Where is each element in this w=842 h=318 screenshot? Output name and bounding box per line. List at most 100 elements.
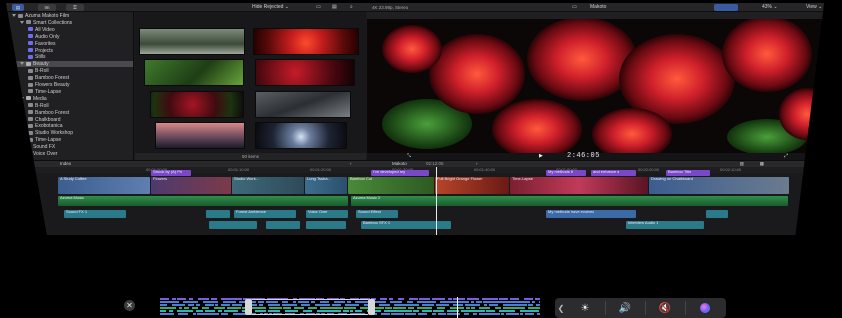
library-item[interactable]: All Video [6,27,133,33]
play-button[interactable]: ▶ [539,153,543,160]
audio-clip[interactable]: Bamboo SFX 1 [361,221,451,229]
mini-timeline-segment [391,313,404,315]
title-clip[interactable]: Struck by (A) Pri [151,170,191,176]
clip-label: My methods have evolved [548,210,595,214]
audio-clip[interactable] [206,210,230,218]
volume-button[interactable]: 🔊 [605,298,645,318]
event-icon [26,61,31,66]
library-item[interactable]: Projects [6,48,133,54]
mini-timeline-right-handle[interactable] [368,299,375,315]
clip-thumbnail-moss[interactable] [144,59,244,86]
audio-clip[interactable] [306,221,346,229]
audio-clip[interactable]: Interview Audio 1 [626,221,704,229]
audio-clip[interactable]: Forest Ambience [234,210,296,218]
library-toggle-button[interactable]: ▤ [12,4,24,11]
mini-timeline-playhead[interactable] [457,297,458,318]
library-item-label: Media [33,95,47,102]
video-clip[interactable]: Studio Work... [232,177,304,194]
brightness-button[interactable]: ☀ [565,298,605,318]
library-item[interactable]: Flowers Beauty [6,82,133,88]
mini-timeline-segment [537,313,540,315]
clip-thumbnail-red-petals[interactable] [255,59,355,86]
video-clip[interactable]: Lung Tsuba... [305,177,347,194]
mute-button[interactable]: 🔇 [645,298,685,318]
timeline-playhead[interactable] [436,167,437,235]
clip-thumbnail-tunnel[interactable] [255,122,347,149]
workspace-toggle[interactable] [714,4,738,11]
library-item[interactable]: Time-Lapse [6,137,133,143]
search-icon[interactable]: ⌕ [350,4,353,11]
video-clip[interactable]: A Study Coffee [58,177,150,194]
clip-appearance-icon[interactable]: ▤ [332,4,337,11]
title-clip[interactable]: Bamboo Title [666,170,710,176]
project-title: Makoto [590,4,607,10]
library-item[interactable]: Audio Only [6,34,133,40]
audio-clip[interactable] [706,210,728,218]
clip-thumbnail-forest[interactable] [139,28,245,55]
disclosure-triangle-icon[interactable] [20,152,24,155]
video-clip[interactable]: Drawing on Chalkboard [649,177,789,194]
mini-timeline-segment [193,313,196,315]
disclosure-triangle-icon[interactable] [20,96,24,100]
mini-timeline-segment [160,304,167,306]
title-clip[interactable]: and enhance a [591,170,636,176]
import-button[interactable]: Im [38,4,56,11]
disclosure-triangle-icon[interactable] [20,62,24,66]
clip-label: Bamboo Title [668,170,692,174]
disclosure-triangle-icon[interactable] [12,14,16,17]
siri-button[interactable] [685,298,725,318]
mini-timeline-segment [462,298,465,300]
view-menu[interactable]: View ⌄ [806,4,822,11]
library-item[interactable]: B-Roll [6,103,133,109]
audio-clip[interactable]: Sound Effect [356,210,398,218]
video-clip[interactable]: Bamboo Cut [348,177,434,194]
library-item[interactable]: Voice Over [6,151,133,157]
library-item[interactable]: Exobotanica [6,123,133,129]
mini-timeline-segment [499,310,515,312]
close-icon[interactable]: ✕ [124,300,135,311]
library-item-label: B-Roll [35,102,49,109]
library-item[interactable]: Bamboo Forest [6,75,133,81]
library-item[interactable]: Azuma Makoto Film [6,13,133,19]
hide-rejected-filter[interactable]: Hide Rejected ⌄ [252,4,289,11]
keyword-icon [28,82,33,87]
library-item[interactable]: Smart Collections [6,20,133,26]
transform-tool-icon[interactable]: ⤡ [407,153,411,160]
mini-timeline-left-handle[interactable] [245,299,252,315]
video-clip[interactable]: Full Bright Orange Flower [435,177,509,194]
audio-clip[interactable]: Sound FX 1 [64,210,126,218]
clip-thumbnail-sunset[interactable] [155,122,245,149]
clip-thumbnail-flower-bouquet[interactable] [150,91,244,118]
clip-thumbnail-gray-texture[interactable] [255,91,351,118]
audio-clip[interactable] [209,221,257,229]
zoom-menu[interactable]: 43% ⌄ [762,4,778,11]
clip-thumbnail-red-flower[interactable] [253,28,359,55]
disclosure-triangle-icon[interactable] [20,20,24,24]
audio-clip[interactable]: My methods have evolved [546,210,636,218]
music-clip[interactable]: Azuma Music 2 [351,196,788,206]
mini-timeline-segment [223,301,236,303]
filmstrip-icon[interactable]: ▭ [316,4,321,11]
library-item[interactable]: Favorites [6,41,133,47]
background-tasks-button[interactable]: ⚿ [66,4,84,11]
video-clip[interactable]: Time-Lapse [510,177,648,194]
fullscreen-icon[interactable]: ⤢ [784,153,788,160]
library-item[interactable]: Studio Workshop [6,130,133,136]
audio-clip[interactable] [266,221,300,229]
video-clip[interactable]: Flowers [151,177,231,194]
disclosure-triangle-icon[interactable] [20,145,24,149]
library-item[interactable]: Bamboo Forest [6,110,133,116]
library-item[interactable]: Stills [6,54,133,60]
library-item[interactable]: Beauty [6,61,133,68]
music-clip[interactable]: Azuma Music [58,196,348,206]
library-item[interactable]: Sound FX [6,144,133,150]
mini-timeline-segment [532,301,535,303]
mini-timeline-segment [440,301,454,303]
library-item[interactable]: Time-Lapse [6,89,133,95]
title-clip[interactable]: I've developed my [371,170,429,176]
library-item[interactable]: B-Roll [6,68,133,74]
title-clip[interactable]: My methods fi [546,170,586,176]
audio-clip[interactable]: Voice Over [306,210,348,218]
library-item[interactable]: Media [6,96,133,102]
library-item[interactable]: Chalkboard [6,117,133,123]
